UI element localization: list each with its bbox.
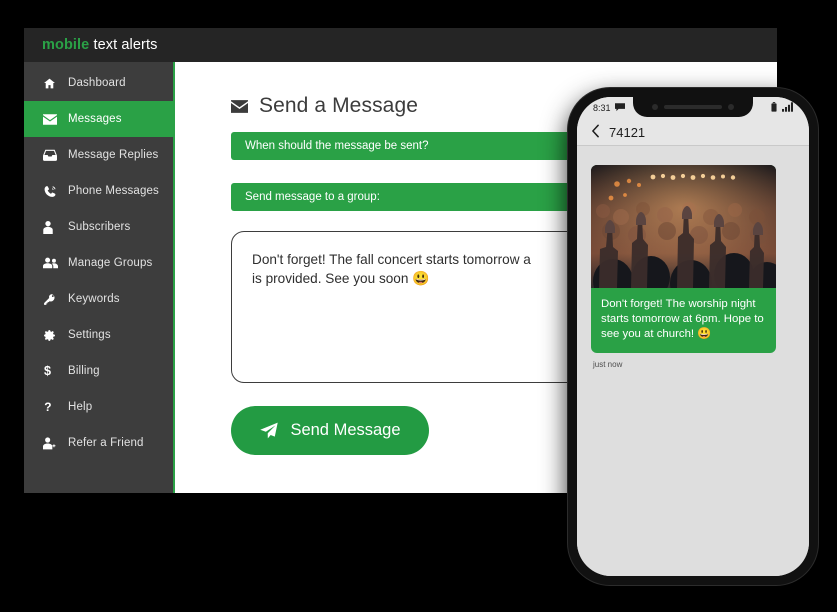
sidebar-item-keywords[interactable]: Keywords [24,281,173,317]
group-field-label: Send message to a group: [245,191,380,203]
sidebar-item-label: Message Replies [68,149,159,161]
send-message-button-label: Send Message [290,421,401,439]
speaker-grill-icon [664,105,722,109]
sidebar-item-label: Phone Messages [68,185,159,197]
send-message-button[interactable]: Send Message [231,406,429,455]
sensor-dot-icon [728,104,734,110]
smile-emoji: 😃 [697,328,712,341]
conversation-body: Don't forget! The worship night starts t… [577,146,809,576]
paper-plane-icon [259,421,279,440]
sidebar-item-label: Keywords [68,293,120,305]
brand-name-primary: mobile [42,37,90,53]
sidebar-item-billing[interactable]: $ Billing [24,353,173,389]
sidebar-item-label: Manage Groups [68,257,153,269]
sidebar-nav: Dashboard Messages Message Replies Phone… [24,62,173,493]
home-icon [43,77,60,90]
users-icon [43,257,60,269]
phone-volume-icon [43,185,60,198]
phone-notch [633,97,753,117]
brand-logo[interactable]: mobile text alerts [42,37,157,53]
sidebar-item-settings[interactable]: Settings [24,317,173,353]
smile-emoji: 😃 [412,270,430,287]
camera-dot-icon [652,104,658,110]
sidebar-item-messages[interactable]: Messages [24,101,173,137]
sidebar-item-subscribers[interactable]: Subscribers [24,209,173,245]
screenshot-stage: mobile text alerts Dashboard Messages Me… [0,0,837,612]
svg-text:$: $ [44,364,51,378]
gear-icon [43,329,60,342]
signal-icon [782,102,793,114]
concert-crowd-photo [591,165,776,288]
sidebar-item-phone-messages[interactable]: Phone Messages [24,173,173,209]
status-time: 8:31 [593,103,611,113]
phone-screen: 8:31 74121 Don't forget! The worship nig… [577,97,809,576]
message-icon [614,102,625,114]
inbox-icon [43,149,60,161]
sidebar-item-label: Help [68,401,93,413]
schedule-field-label: When should the message be sent? [245,140,429,152]
message-bubble-text: Don't forget! The worship night starts t… [591,288,776,353]
top-bar: mobile text alerts [24,28,777,62]
status-right-group [771,102,793,114]
question-icon: ? [43,400,60,414]
phone-mockup: 8:31 74121 Don't forget! The worship nig… [568,88,818,585]
sidebar-item-label: Refer a Friend [68,437,144,449]
message-timestamp: just now [593,360,623,370]
user-icon [43,220,60,234]
sidebar-item-label: Billing [68,365,100,377]
user-plus-icon [43,436,60,450]
sidebar-item-dashboard[interactable]: Dashboard [24,65,173,101]
sidebar-item-message-replies[interactable]: Message Replies [24,137,173,173]
svg-text:?: ? [44,400,51,414]
brand-name-secondary: text alerts [89,37,158,53]
key-icon [43,293,60,306]
message-bubble-body: Don't forget! The worship night starts t… [601,298,764,341]
message-textarea-text: Don't forget! The fall concert starts to… [252,252,531,267]
sidebar-item-manage-groups[interactable]: Manage Groups [24,245,173,281]
page-title-text: Send a Message [259,94,419,117]
conversation-title: 74121 [609,124,646,140]
sidebar-item-refer-a-friend[interactable]: Refer a Friend [24,425,173,461]
status-left-group: 8:31 [593,102,625,114]
chevron-left-icon[interactable] [591,124,600,140]
message-textarea-text-line2: is provided. See you soon [252,271,413,287]
battery-icon [771,102,777,114]
conversation-header: 74121 [577,119,809,146]
sidebar-item-label: Settings [68,329,111,341]
envelope-icon [43,113,60,125]
message-bubble: Don't forget! The worship night starts t… [591,165,776,354]
sidebar-item-label: Dashboard [68,77,126,89]
envelope-icon [231,99,248,113]
sidebar-item-label: Subscribers [68,221,131,233]
sidebar-item-label: Messages [68,113,122,125]
sidebar-item-help[interactable]: ? Help [24,389,173,425]
dollar-icon: $ [43,364,60,378]
